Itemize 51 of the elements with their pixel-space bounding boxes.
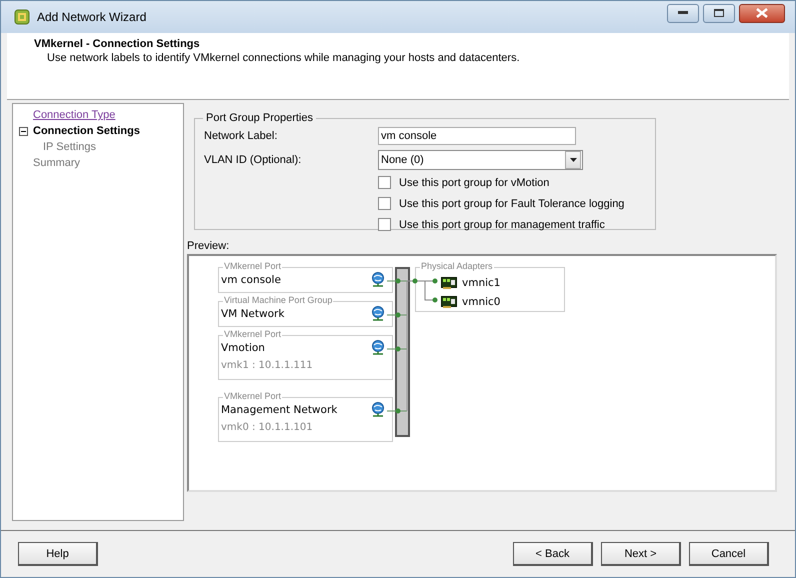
app-icon (13, 8, 31, 26)
page-description: Use network labels to identify VMkernel connections while managing your hosts and datacenters. (47, 52, 521, 64)
group-type-label: VMkernel Port (223, 261, 282, 272)
step-item[interactable]: Connection Type (33, 109, 116, 121)
port-address: vmk1 : 10.1.1.111 (221, 360, 314, 371)
step-item[interactable]: Summary (33, 157, 80, 169)
checkbox[interactable] (378, 197, 391, 210)
checkbox-label: Use this port group for Fault Tolerance logging (399, 198, 624, 210)
port-address: vmk0 : 10.1.1.101 (221, 422, 314, 433)
checkbox[interactable] (378, 176, 391, 189)
help-button[interactable]: Help (18, 542, 98, 566)
back-button[interactable]: < Back (513, 542, 593, 566)
port-group-name: VM Network (221, 307, 284, 321)
checkbox-label: Use this port group for management traffic (399, 218, 605, 230)
page-heading: VMkernel - Connection Settings (34, 38, 201, 50)
port-group-name: Vmotion (221, 341, 265, 355)
vlan-dropdown[interactable]: None (0) (378, 150, 583, 170)
collapse-icon[interactable] (19, 126, 28, 136)
group-type-label: VMkernel Port (223, 391, 282, 402)
network-card-icon (441, 296, 457, 308)
network-label-field[interactable]: vm console (378, 127, 576, 145)
group-title: Port Group Properties (205, 112, 314, 124)
field-label: VLAN ID (Optional): (204, 154, 302, 166)
port-group-name: vm console (221, 273, 281, 287)
globe-icon (371, 272, 385, 287)
maximize-icon (714, 9, 724, 17)
group-type-label: VMkernel Port (223, 329, 282, 340)
checkbox[interactable] (378, 218, 391, 231)
window-title: Add Network Wizard (37, 10, 148, 24)
adapters-title: Physical Adapters (420, 261, 494, 272)
port-group-name: Management Network (221, 403, 338, 417)
group-type-label: Virtual Machine Port Group (223, 295, 334, 306)
maximize-button[interactable] (703, 4, 735, 22)
adapter-name: vmnic0 (462, 296, 500, 308)
minimize-button[interactable] (667, 4, 699, 22)
dropdown-arrow-icon (570, 158, 576, 162)
globe-icon (371, 340, 385, 355)
globe-icon (371, 306, 385, 321)
close-button[interactable] (739, 4, 785, 22)
network-card-icon (441, 276, 457, 288)
step-item[interactable]: Connection Settings (33, 125, 140, 137)
close-icon (756, 8, 768, 18)
preview-label: Preview: (187, 240, 230, 254)
globe-icon (371, 402, 385, 417)
checkbox-label: Use this port group for vMotion (399, 176, 550, 188)
adapter-name: vmnic1 (462, 276, 500, 288)
step-item[interactable]: IP Settings (43, 141, 96, 153)
minimize-icon (678, 11, 688, 15)
cancel-button[interactable]: Cancel (689, 542, 769, 566)
field-label: Network Label: (204, 130, 278, 142)
next-button[interactable]: Next > (601, 542, 681, 566)
